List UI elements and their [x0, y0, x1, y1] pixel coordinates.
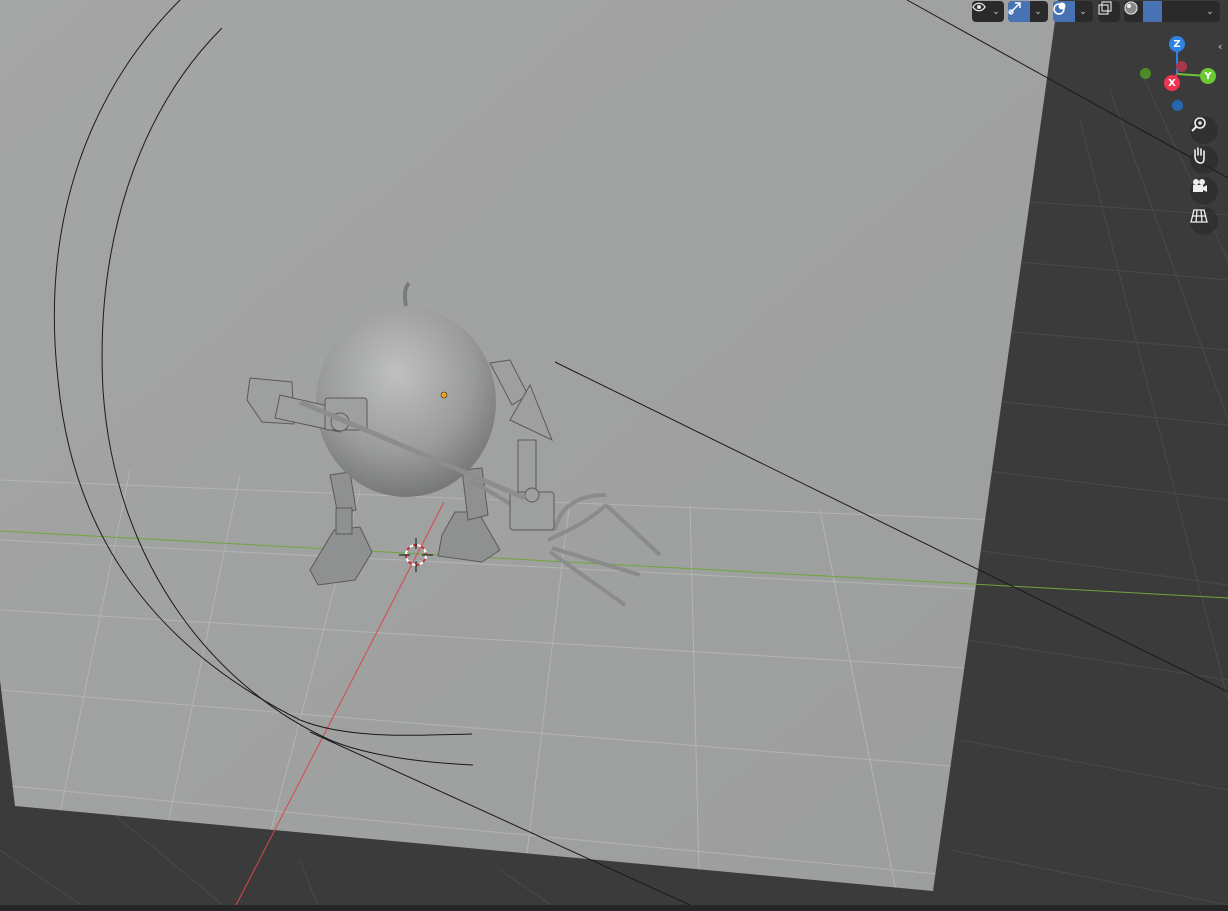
3d-viewport[interactable]: ⌄ ⌄ ⌄ ⌄ Z Y X ‹ — [0, 0, 1228, 911]
chevron-down-icon[interactable]: ⌄ — [1075, 1, 1091, 22]
camera-view-button[interactable] — [1190, 177, 1218, 205]
z-axis-label: Z — [1173, 38, 1181, 50]
selectability-dropdown[interactable]: ⌄ — [972, 1, 1004, 22]
chevron-down-icon[interactable]: ⌄ — [1200, 1, 1220, 22]
gizmo-toggle[interactable]: ⌄ — [1008, 1, 1048, 22]
eye-selectability-icon — [972, 1, 988, 22]
viewport-bottom-edge — [0, 905, 1228, 911]
solid-shading-icon[interactable] — [1125, 1, 1162, 22]
chevron-down-icon[interactable]: ⌄ — [1030, 1, 1046, 22]
overlays-icon — [1053, 1, 1075, 22]
shading-modes[interactable]: ⌄ — [1124, 1, 1220, 22]
scene-canvas[interactable] — [0, 0, 1228, 911]
camera-icon — [1193, 179, 1207, 192]
hand-icon — [1194, 147, 1205, 164]
origin-dot — [440, 391, 448, 399]
x-axis-label: X — [1168, 77, 1176, 89]
gizmo-arrow-icon — [1008, 1, 1030, 22]
zoom-button[interactable] — [1190, 116, 1218, 144]
xray-icon — [1098, 1, 1120, 22]
neg-x-axis-dot[interactable] — [1176, 61, 1187, 72]
x-axis-handle[interactable]: X — [1164, 75, 1180, 91]
rendered-shading-icon[interactable] — [1124, 1, 1200, 22]
y-axis-label: Y — [1204, 70, 1212, 82]
material-preview-icon[interactable] — [1124, 1, 1181, 22]
overlays-toggle[interactable]: ⌄ — [1053, 1, 1093, 22]
z-axis-handle[interactable]: Z — [1169, 36, 1185, 52]
zoom-icon — [1191, 117, 1206, 132]
neg-z-axis-dot[interactable] — [1172, 100, 1183, 111]
chevron-down-icon: ⌄ — [992, 6, 1000, 17]
neg-y-axis-dot[interactable] — [1140, 68, 1151, 79]
perspective-toggle-button[interactable] — [1190, 207, 1218, 235]
pan-button[interactable] — [1190, 146, 1218, 174]
y-axis-handle[interactable]: Y — [1200, 68, 1216, 84]
grid-icon — [1190, 209, 1208, 223]
sidebar-collapse-icon[interactable]: ‹ — [1218, 40, 1228, 54]
xray-toggle[interactable] — [1098, 1, 1120, 22]
